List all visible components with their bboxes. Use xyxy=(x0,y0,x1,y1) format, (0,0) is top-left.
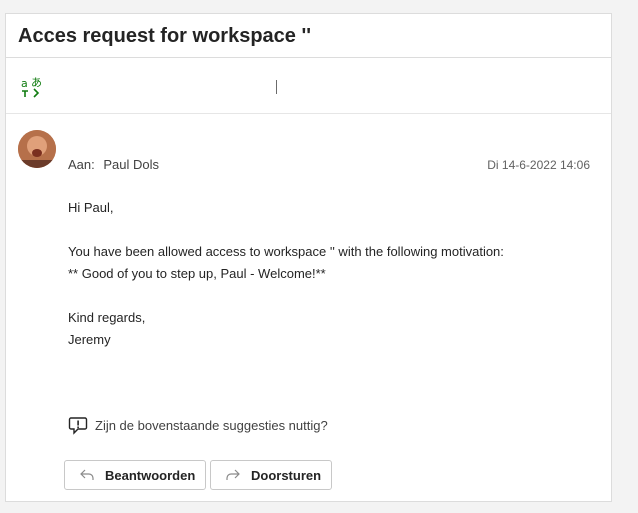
message-toolbar: a あ xyxy=(6,58,611,114)
recipient-name[interactable]: Paul Dols xyxy=(103,157,159,172)
svg-text:あ: あ xyxy=(31,76,42,89)
message-body: Hi Paul, You have been allowed access to… xyxy=(68,197,504,351)
body-line: Jeremy xyxy=(68,332,111,347)
sender-avatar[interactable] xyxy=(18,130,56,168)
reply-button[interactable]: Beantwoorden xyxy=(64,460,206,490)
email-reading-pane: Acces request for workspace '' a あ Aan: … xyxy=(5,13,612,502)
forward-arrow-icon xyxy=(226,469,240,480)
reply-arrow-icon xyxy=(80,469,94,480)
body-line xyxy=(68,285,504,307)
body-line: ** Good of you to step up, Paul - Welcom… xyxy=(68,266,326,281)
message-date: Di 14-6-2022 14:06 xyxy=(487,158,590,172)
body-line: You have been allowed access to workspac… xyxy=(68,244,504,259)
body-line xyxy=(68,219,504,241)
feedback-icon xyxy=(68,415,88,435)
reply-label: Beantwoorden xyxy=(105,467,196,483)
feedback-question: Zijn de bovenstaande suggesties nuttig? xyxy=(95,417,328,433)
email-subject: Acces request for workspace '' xyxy=(18,25,311,47)
text-cursor xyxy=(276,80,277,94)
body-line: Kind regards, xyxy=(68,310,146,325)
recipient-label: Aan: xyxy=(68,157,95,172)
subject-header: Acces request for workspace '' xyxy=(6,14,611,58)
svg-text:a: a xyxy=(21,77,28,90)
forward-button[interactable]: Doorsturen xyxy=(210,460,332,490)
recipient-line: Aan: Paul Dols xyxy=(68,157,159,172)
translate-icon[interactable]: a あ xyxy=(20,75,44,99)
forward-label: Doorsturen xyxy=(251,467,322,483)
suggestions-feedback[interactable]: Zijn de bovenstaande suggesties nuttig? xyxy=(68,414,328,436)
body-line: Hi Paul, xyxy=(68,200,114,215)
